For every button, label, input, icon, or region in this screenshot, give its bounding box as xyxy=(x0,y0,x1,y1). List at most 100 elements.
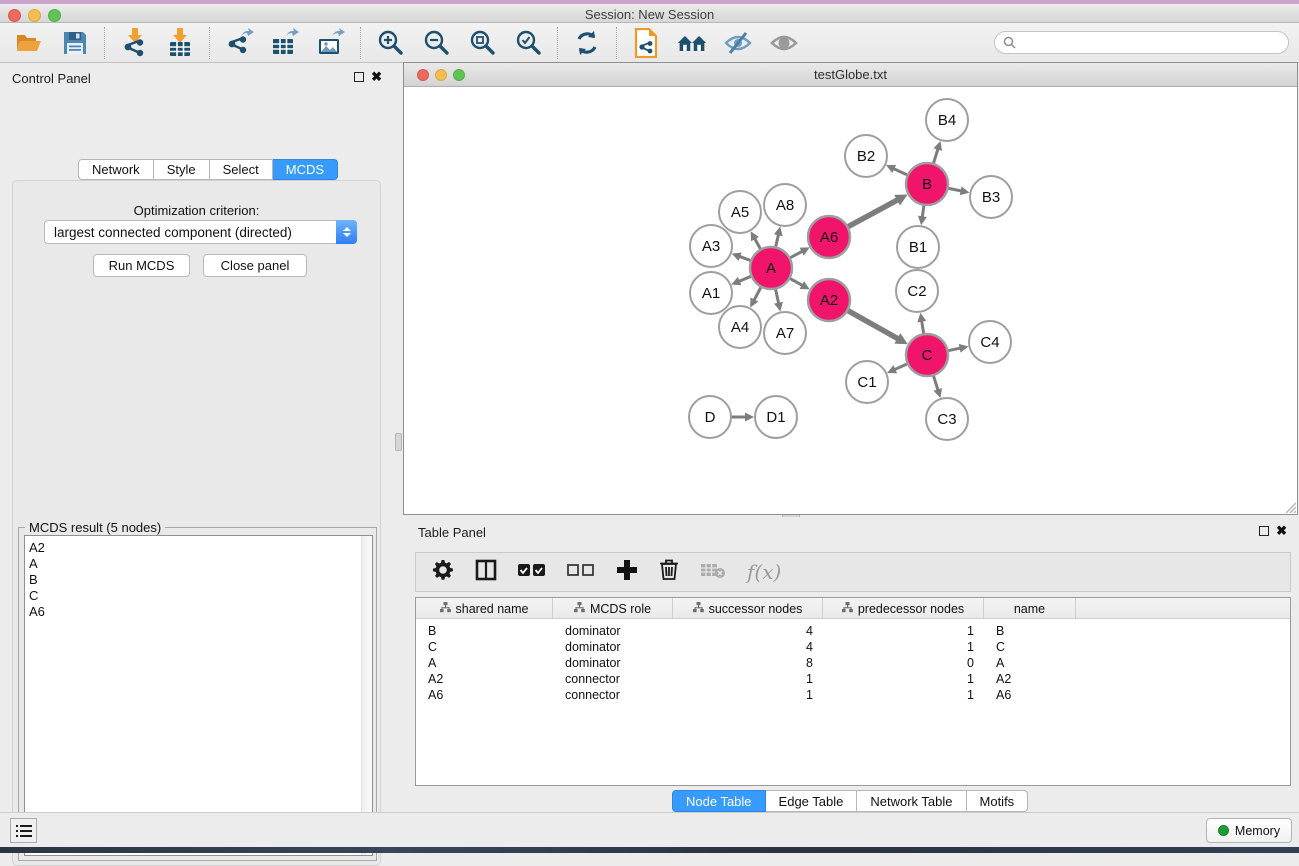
column-header-MCDS-role[interactable]: MCDS role xyxy=(553,598,673,619)
table-row[interactable]: Bdominator41B xyxy=(416,623,1290,639)
table-row[interactable]: Cdominator41C xyxy=(416,639,1290,655)
import-table-icon[interactable] xyxy=(165,28,195,58)
graph-node-B3[interactable]: B3 xyxy=(970,176,1012,218)
float-panel-icon[interactable] xyxy=(354,72,364,82)
graph-node-A[interactable]: A xyxy=(750,247,792,289)
delete-column-icon[interactable] xyxy=(659,558,679,586)
export-network-icon[interactable] xyxy=(224,28,254,58)
table-cell[interactable]: 1 xyxy=(823,671,984,687)
table-cell[interactable]: 1 xyxy=(823,623,984,639)
table-cell[interactable]: dominator xyxy=(553,623,673,639)
column-header-successor-nodes[interactable]: successor nodes xyxy=(673,598,823,619)
float-table-panel-icon[interactable] xyxy=(1259,526,1269,536)
select-all-icon[interactable] xyxy=(518,563,546,582)
close-table-panel-icon[interactable]: ✖ xyxy=(1276,523,1287,539)
graph-node-B[interactable]: B xyxy=(906,163,948,205)
table-cell[interactable]: 1 xyxy=(673,687,823,703)
table-settings-icon[interactable] xyxy=(432,559,454,586)
optimization-criterion-select[interactable]: largest connected component (directed) xyxy=(44,220,357,244)
mcds-result-item[interactable]: A xyxy=(25,556,372,572)
zoom-selected-icon[interactable] xyxy=(513,28,543,58)
resize-grip-icon[interactable] xyxy=(1282,499,1296,513)
show-columns-icon[interactable] xyxy=(475,559,497,586)
graph-node-C4[interactable]: C4 xyxy=(969,321,1011,363)
vertical-split-handle[interactable] xyxy=(395,433,402,451)
graph-node-C[interactable]: C xyxy=(906,334,948,376)
zoom-out-icon[interactable] xyxy=(421,28,451,58)
table-cell[interactable]: B xyxy=(984,623,1076,639)
graph-node-D[interactable]: D xyxy=(689,396,731,438)
show-all-icon[interactable] xyxy=(769,28,799,58)
table-cell[interactable]: A xyxy=(984,655,1076,671)
table-cell[interactable]: 1 xyxy=(673,671,823,687)
graph-node-B4[interactable]: B4 xyxy=(926,99,968,141)
mcds-result-list[interactable]: A2ABCA6 xyxy=(24,535,373,856)
table-cell[interactable]: 1 xyxy=(823,639,984,655)
graph-node-D1[interactable]: D1 xyxy=(755,396,797,438)
tab-network[interactable]: Network xyxy=(78,159,154,180)
table-cell[interactable]: A6 xyxy=(416,687,553,703)
add-column-icon[interactable] xyxy=(616,559,638,586)
search-input[interactable] xyxy=(1021,36,1280,50)
table-cell[interactable]: A xyxy=(416,655,553,671)
export-image-icon[interactable] xyxy=(316,28,346,58)
table-cell[interactable]: 1 xyxy=(823,687,984,703)
hide-selected-icon[interactable] xyxy=(723,28,753,58)
mcds-result-item[interactable]: A6 xyxy=(25,604,372,620)
table-cell[interactable]: dominator xyxy=(553,639,673,655)
column-header-predecessor-nodes[interactable]: predecessor nodes xyxy=(823,598,984,619)
table-cell[interactable]: C xyxy=(416,639,553,655)
first-neighbors-icon[interactable] xyxy=(677,28,707,58)
tab-style[interactable]: Style xyxy=(154,159,210,180)
graph-node-A6[interactable]: A6 xyxy=(808,216,850,258)
table-row[interactable]: Adominator80A xyxy=(416,655,1290,671)
scrollbar-track[interactable] xyxy=(361,536,372,855)
import-network-icon[interactable] xyxy=(119,28,149,58)
network-graph[interactable]: AA1A2A3A4A5A6A7A8BB1B2B3B4CC1C2C3C4DD1 xyxy=(404,87,1297,514)
table-cell[interactable]: C xyxy=(984,639,1076,655)
table-cell[interactable]: 4 xyxy=(673,623,823,639)
graph-node-A1[interactable]: A1 xyxy=(690,272,732,314)
graph-node-A8[interactable]: A8 xyxy=(764,184,806,226)
open-folder-icon[interactable] xyxy=(14,28,44,58)
close-panel-icon[interactable]: ✖ xyxy=(371,69,382,85)
table-cell[interactable]: dominator xyxy=(553,655,673,671)
table-cell[interactable]: 4 xyxy=(673,639,823,655)
graph-node-C1[interactable]: C1 xyxy=(846,361,888,403)
graph-node-A5[interactable]: A5 xyxy=(719,191,761,233)
graph-node-A7[interactable]: A7 xyxy=(764,312,806,354)
new-network-from-selection-icon[interactable] xyxy=(631,28,661,58)
table-cell[interactable]: connector xyxy=(553,687,673,703)
table-row[interactable]: A2connector11A2 xyxy=(416,671,1290,687)
table-cell[interactable]: 8 xyxy=(673,655,823,671)
export-table-icon[interactable] xyxy=(270,28,300,58)
table-row[interactable]: A6connector11A6 xyxy=(416,687,1290,703)
table-cell[interactable]: B xyxy=(416,623,553,639)
toolbar-search[interactable] xyxy=(994,31,1289,54)
memory-button[interactable]: Memory xyxy=(1206,818,1292,843)
graph-node-A3[interactable]: A3 xyxy=(690,225,732,267)
mcds-result-item[interactable]: C xyxy=(25,588,372,604)
close-panel-button[interactable]: Close panel xyxy=(203,254,307,277)
tab-mcds[interactable]: MCDS xyxy=(273,159,338,180)
graph-node-B2[interactable]: B2 xyxy=(845,135,887,177)
tab-network-table[interactable]: Network Table xyxy=(857,790,966,812)
tab-edge-table[interactable]: Edge Table xyxy=(766,790,858,812)
table-cell[interactable]: connector xyxy=(553,671,673,687)
graph-node-A2[interactable]: A2 xyxy=(808,279,850,321)
task-history-button[interactable] xyxy=(10,818,37,843)
mcds-result-item[interactable]: A2 xyxy=(25,540,372,556)
tab-motifs[interactable]: Motifs xyxy=(967,790,1029,812)
save-session-icon[interactable] xyxy=(60,28,90,58)
graph-node-A4[interactable]: A4 xyxy=(719,306,761,348)
table-cell[interactable]: 0 xyxy=(823,655,984,671)
graph-node-C2[interactable]: C2 xyxy=(896,270,938,312)
zoom-in-icon[interactable] xyxy=(375,28,405,58)
zoom-fit-icon[interactable] xyxy=(467,28,497,58)
tab-node-table[interactable]: Node Table xyxy=(672,790,766,812)
run-mcds-button[interactable]: Run MCDS xyxy=(93,254,190,277)
column-header-shared-name[interactable]: shared name xyxy=(416,598,553,619)
table-cell[interactable]: A2 xyxy=(984,671,1076,687)
tab-select[interactable]: Select xyxy=(210,159,273,180)
deselect-all-icon[interactable] xyxy=(567,563,595,582)
